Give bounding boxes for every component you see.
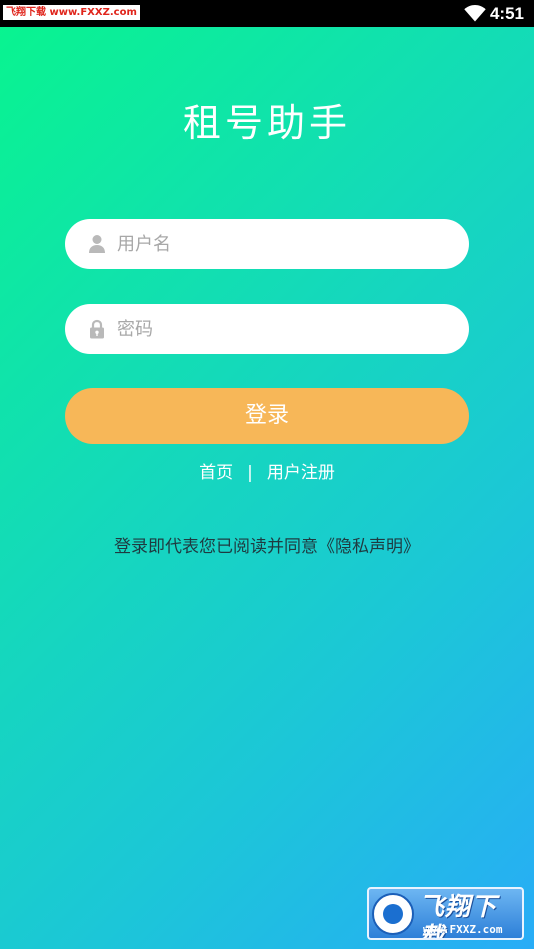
- status-bar: 飞翔下载 www.FXXZ.com 4:51: [0, 0, 534, 27]
- password-field[interactable]: [65, 304, 469, 354]
- username-input[interactable]: [117, 219, 447, 269]
- auth-links: 首页 | 用户注册: [0, 461, 534, 485]
- username-field[interactable]: [65, 219, 469, 269]
- login-button[interactable]: 登录: [65, 388, 469, 444]
- logo-badge-icon: [372, 893, 414, 935]
- home-link[interactable]: 首页: [199, 463, 233, 483]
- app-title: 租号助手: [182, 101, 351, 145]
- lock-icon: [90, 319, 104, 339]
- agreement-notice: 登录即代表您已阅读并同意《隐私声明》: [0, 535, 534, 559]
- user-icon: [89, 235, 105, 253]
- watermark-tag: 飞翔下载 www.FXXZ.com: [3, 5, 140, 20]
- privacy-link[interactable]: 《隐私声明》: [318, 537, 420, 557]
- status-time: 4:51: [489, 4, 524, 23]
- link-separator: |: [247, 463, 253, 483]
- watermark-logo: 飞翔下载 www.FXXZ.com: [367, 887, 524, 940]
- wifi-icon: [464, 5, 486, 22]
- register-link[interactable]: 用户注册: [267, 463, 335, 483]
- agreement-text: 登录即代表您已阅读并同意: [114, 537, 318, 557]
- logo-domain: www.FXXZ.com: [423, 923, 503, 936]
- password-input[interactable]: [117, 304, 447, 354]
